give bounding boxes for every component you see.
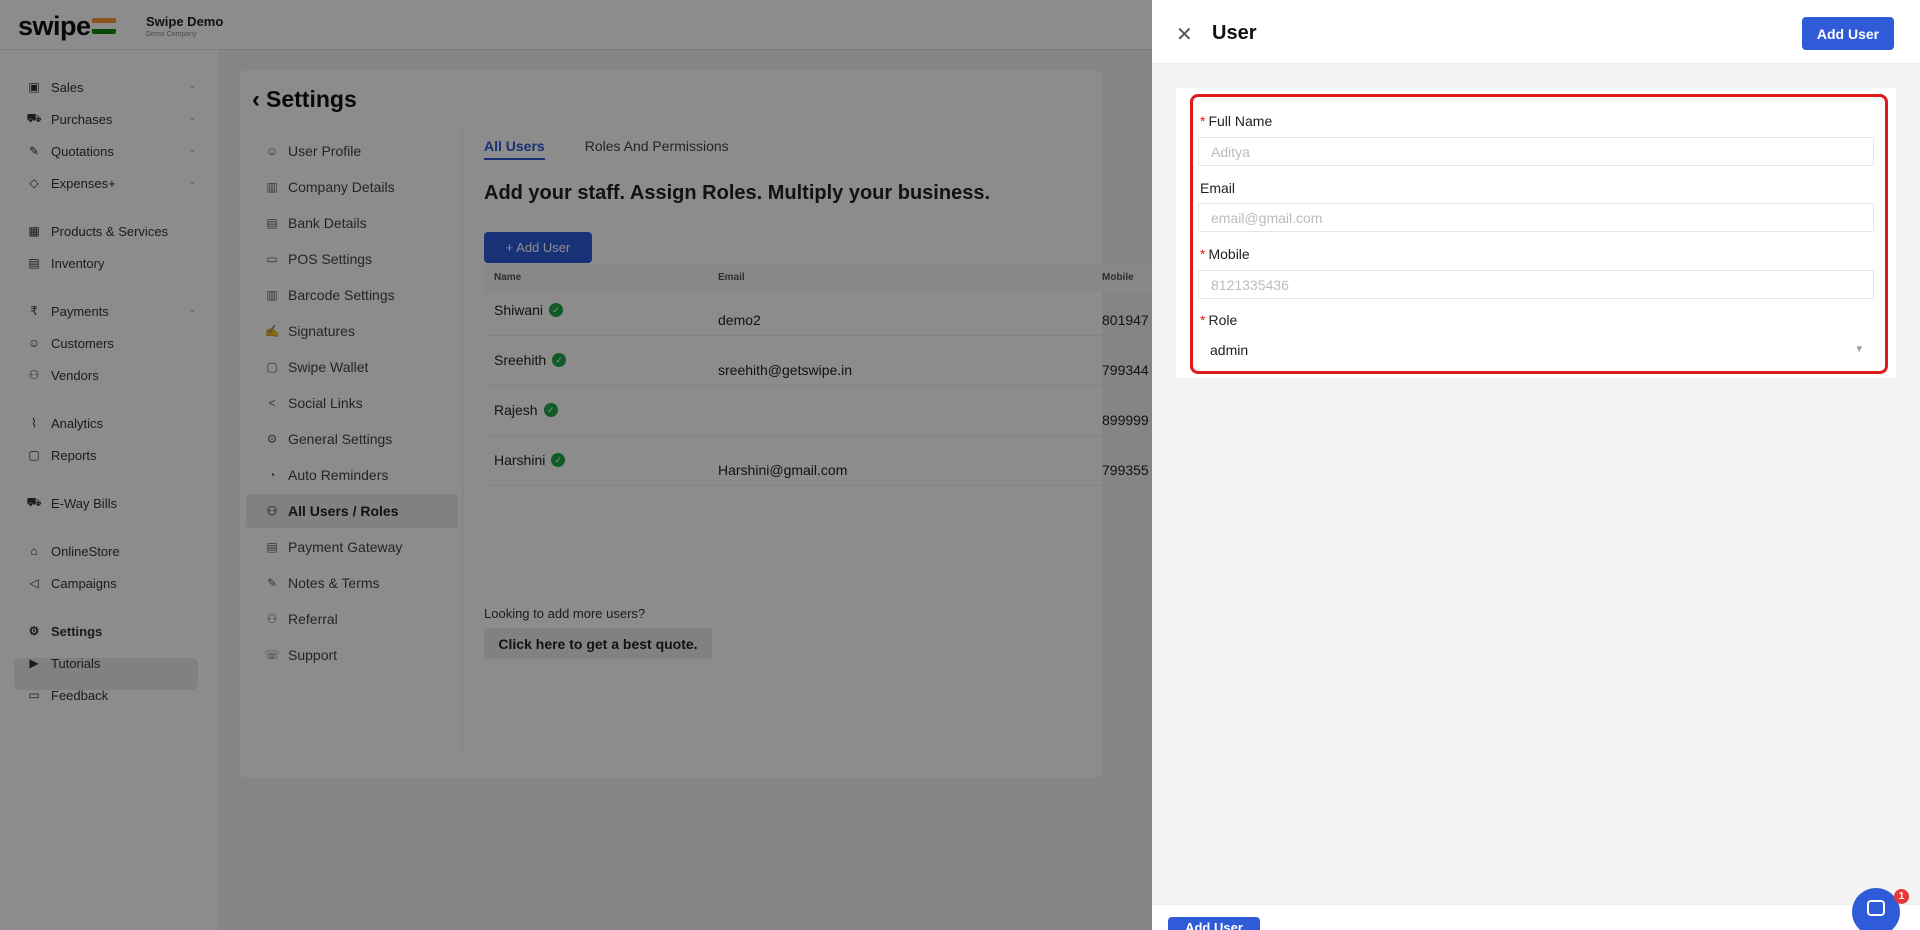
drawer-title: User bbox=[1212, 22, 1257, 44]
mobile-label: * Mobile bbox=[1200, 246, 1250, 262]
mobile-input[interactable] bbox=[1198, 270, 1874, 299]
chat-button[interactable] bbox=[1852, 888, 1900, 930]
drawer-footer: Add User bbox=[1152, 904, 1920, 930]
close-icon[interactable]: ✕ bbox=[1176, 22, 1193, 47]
email-input[interactable] bbox=[1198, 203, 1874, 232]
add-user-top-button[interactable]: Add User bbox=[1802, 17, 1894, 50]
role-value: admin bbox=[1210, 342, 1249, 358]
form-highlight-box bbox=[1190, 94, 1888, 374]
full-name-input[interactable] bbox=[1198, 137, 1874, 166]
drawer-header: ✕ User Add User bbox=[1152, 0, 1920, 64]
chat-badge: 1 bbox=[1894, 889, 1909, 904]
app-root: swipe Swipe Demo Demo Company ▣ Sales ⌄ ⛟ Pu… bbox=[0, 0, 1920, 930]
chevron-down-icon: ▾ bbox=[1856, 343, 1862, 355]
role-label: * Role bbox=[1200, 312, 1238, 328]
add-user-bottom-button[interactable]: Add User bbox=[1168, 917, 1260, 930]
full-name-label: * Full Name bbox=[1200, 113, 1273, 129]
role-select[interactable]: admin ▾ bbox=[1198, 336, 1874, 365]
chat-icon bbox=[1867, 900, 1885, 916]
modal-overlay[interactable] bbox=[0, 0, 1152, 930]
email-label: Email bbox=[1200, 180, 1236, 196]
